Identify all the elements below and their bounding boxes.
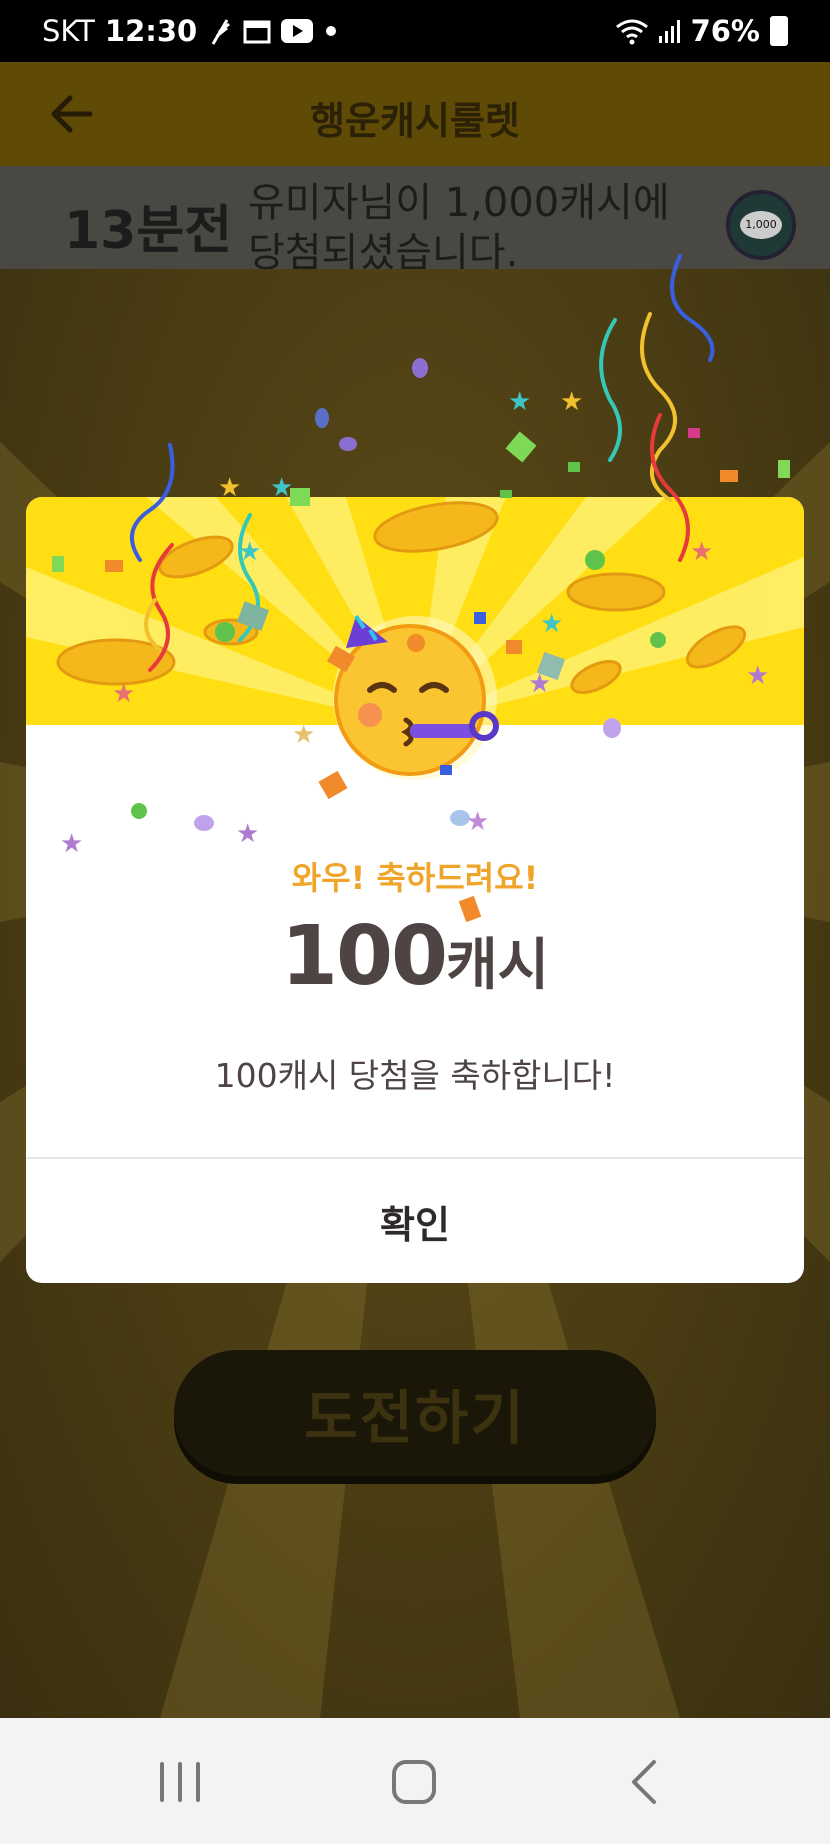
signal-icon [658,20,680,43]
wifi-icon [615,19,648,45]
ticker-message: 유미자님이 1,000캐시에 당첨되셨습니다. [248,180,670,269]
back-icon[interactable] [614,1754,674,1810]
chip-label: 1,000 [740,211,782,239]
home-icon[interactable] [384,1754,444,1810]
status-bar: SKT 12:30 76% [0,0,830,62]
system-nav-bar [0,1718,830,1844]
battery-icon [770,16,788,46]
battery-percent: 76% [690,14,760,48]
ticker-time: 13분전 [64,201,233,261]
dialog-headline: 와우! 축하드려요! [291,859,539,897]
youtube-icon [281,19,314,43]
dialog-message: 100캐시 당첨을 축하합니다! [214,1056,616,1095]
prize-unit: 캐시 [446,933,550,998]
party-face-emoji-icon [333,614,499,780]
challenge-button[interactable]: 도전하기 [174,1350,656,1476]
winner-ticker: 13분전 유미자님이 1,000캐시에 당첨되셨습니다. 1,000 [0,166,830,269]
cash-chip-icon: 1,000 [726,190,796,260]
prize-amount: 100 [280,909,448,1004]
prize-text: 100캐시 [26,909,804,1004]
confirm-button[interactable]: 확인 [26,1159,804,1283]
app-header: 행운캐시룰렛 [0,62,830,166]
confirm-label: 확인 [380,1202,450,1247]
status-left: SKT 12:30 [42,14,339,48]
carrier-label: SKT [42,14,95,48]
challenge-label: 도전하기 [304,1384,526,1452]
calendar-icon [243,20,271,44]
dot-icon [326,26,337,36]
recent-apps-icon[interactable] [150,1754,210,1810]
page-title: 행운캐시룰렛 [310,99,520,143]
feather-icon [211,19,231,45]
status-time: 12:30 [104,14,198,48]
status-right: 76% [615,14,788,48]
